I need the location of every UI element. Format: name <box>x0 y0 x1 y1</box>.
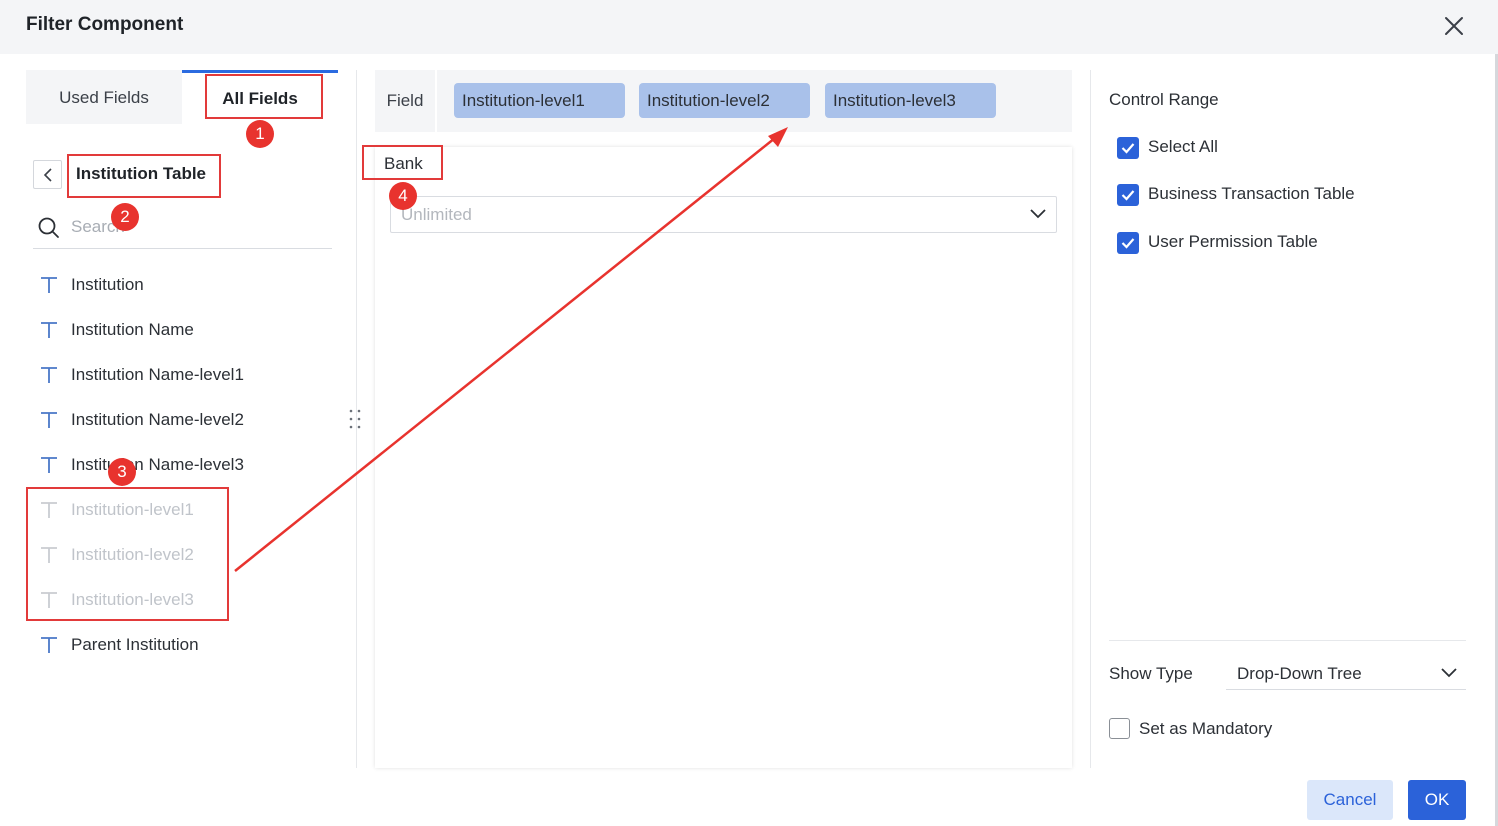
check-icon <box>1121 143 1135 154</box>
text-type-icon <box>41 277 57 293</box>
chevron-down-icon <box>1030 209 1046 219</box>
search-icon <box>38 217 59 238</box>
field-item-institution-name-level1[interactable]: Institution Name-level1 <box>33 353 333 398</box>
divider <box>1109 640 1466 641</box>
text-type-icon <box>41 322 57 338</box>
show-type-label: Show Type <box>1109 664 1193 683</box>
tab-used-fields[interactable]: Used Fields <box>26 70 182 124</box>
filter-component-dialog: Filter Component Used Fields All Fields … <box>0 0 1498 826</box>
close-icon <box>1445 17 1463 35</box>
field-label: Institution Name <box>71 320 194 339</box>
field-item-institution-name[interactable]: Institution Name <box>33 308 333 353</box>
checkbox-checked[interactable] <box>1117 137 1139 159</box>
checkbox-unchecked[interactable] <box>1109 718 1130 739</box>
annotation-badge-2: 2 <box>111 203 139 231</box>
annotation-box-institution-table <box>67 154 221 198</box>
dialog-title: Filter Component <box>26 14 184 35</box>
text-type-icon <box>41 457 57 473</box>
text-type-icon <box>41 367 57 383</box>
text-type-icon <box>41 412 57 428</box>
show-type-value: Drop-Down Tree <box>1237 664 1362 683</box>
show-type-select[interactable]: Drop-Down Tree <box>1226 656 1466 690</box>
field-label: Institution Name-level2 <box>71 410 244 429</box>
field-item-institution-name-level2[interactable]: Institution Name-level2 <box>33 398 333 443</box>
field-area-label: Field <box>375 70 437 132</box>
control-range-label: Control Range <box>1109 90 1219 109</box>
drag-handle[interactable] <box>346 408 364 430</box>
checkbox-label: Set as Mandatory <box>1139 719 1273 738</box>
annotation-badge-3: 3 <box>108 458 136 486</box>
panel-splitter-right <box>1090 70 1091 768</box>
field-item-institution[interactable]: Institution <box>33 263 333 308</box>
range-select[interactable]: Unlimited <box>390 196 1057 233</box>
close-button[interactable] <box>1440 12 1468 40</box>
field-label: Institution <box>71 275 144 294</box>
field-item-parent-institution[interactable]: Parent Institution <box>33 623 333 668</box>
range-select-value: Unlimited <box>401 205 472 224</box>
back-button[interactable] <box>33 160 62 189</box>
annotation-box-level-fields <box>26 487 229 621</box>
checkbox-label: Select All <box>1148 137 1218 156</box>
cancel-button[interactable]: Cancel <box>1307 780 1393 820</box>
chevron-left-icon <box>43 168 52 182</box>
field-chip-level2[interactable]: Institution-level2 <box>639 83 810 118</box>
checkbox-checked[interactable] <box>1117 232 1139 254</box>
field-drop-area[interactable]: Field Institution-level1 Institution-lev… <box>375 70 1072 132</box>
checkbox-label: User Permission Table <box>1148 232 1318 251</box>
annotation-box-all-fields <box>205 74 323 119</box>
preview-area <box>375 147 1072 768</box>
checkbox-checked[interactable] <box>1117 184 1139 206</box>
field-label: Parent Institution <box>71 635 199 654</box>
field-chip-level1[interactable]: Institution-level1 <box>454 83 625 118</box>
search-box <box>33 206 332 249</box>
field-item-institution-name-level3[interactable]: Institution Name-level3 <box>33 443 333 488</box>
check-icon <box>1121 190 1135 201</box>
dialog-header: Filter Component <box>0 0 1498 54</box>
annotation-badge-1: 1 <box>246 120 274 148</box>
annotation-box-bank <box>362 145 443 180</box>
annotation-badge-4: 4 <box>389 182 417 210</box>
field-label: Institution Name-level1 <box>71 365 244 384</box>
field-label: Institution Name-level3 <box>71 455 244 474</box>
drag-handle-icon <box>349 409 361 429</box>
text-type-icon <box>41 637 57 653</box>
field-chip-level3[interactable]: Institution-level3 <box>825 83 996 118</box>
chevron-down-icon <box>1441 668 1457 678</box>
checkbox-label: Business Transaction Table <box>1148 184 1355 203</box>
check-icon <box>1121 238 1135 249</box>
search-input[interactable] <box>71 214 321 240</box>
ok-button[interactable]: OK <box>1408 780 1466 820</box>
